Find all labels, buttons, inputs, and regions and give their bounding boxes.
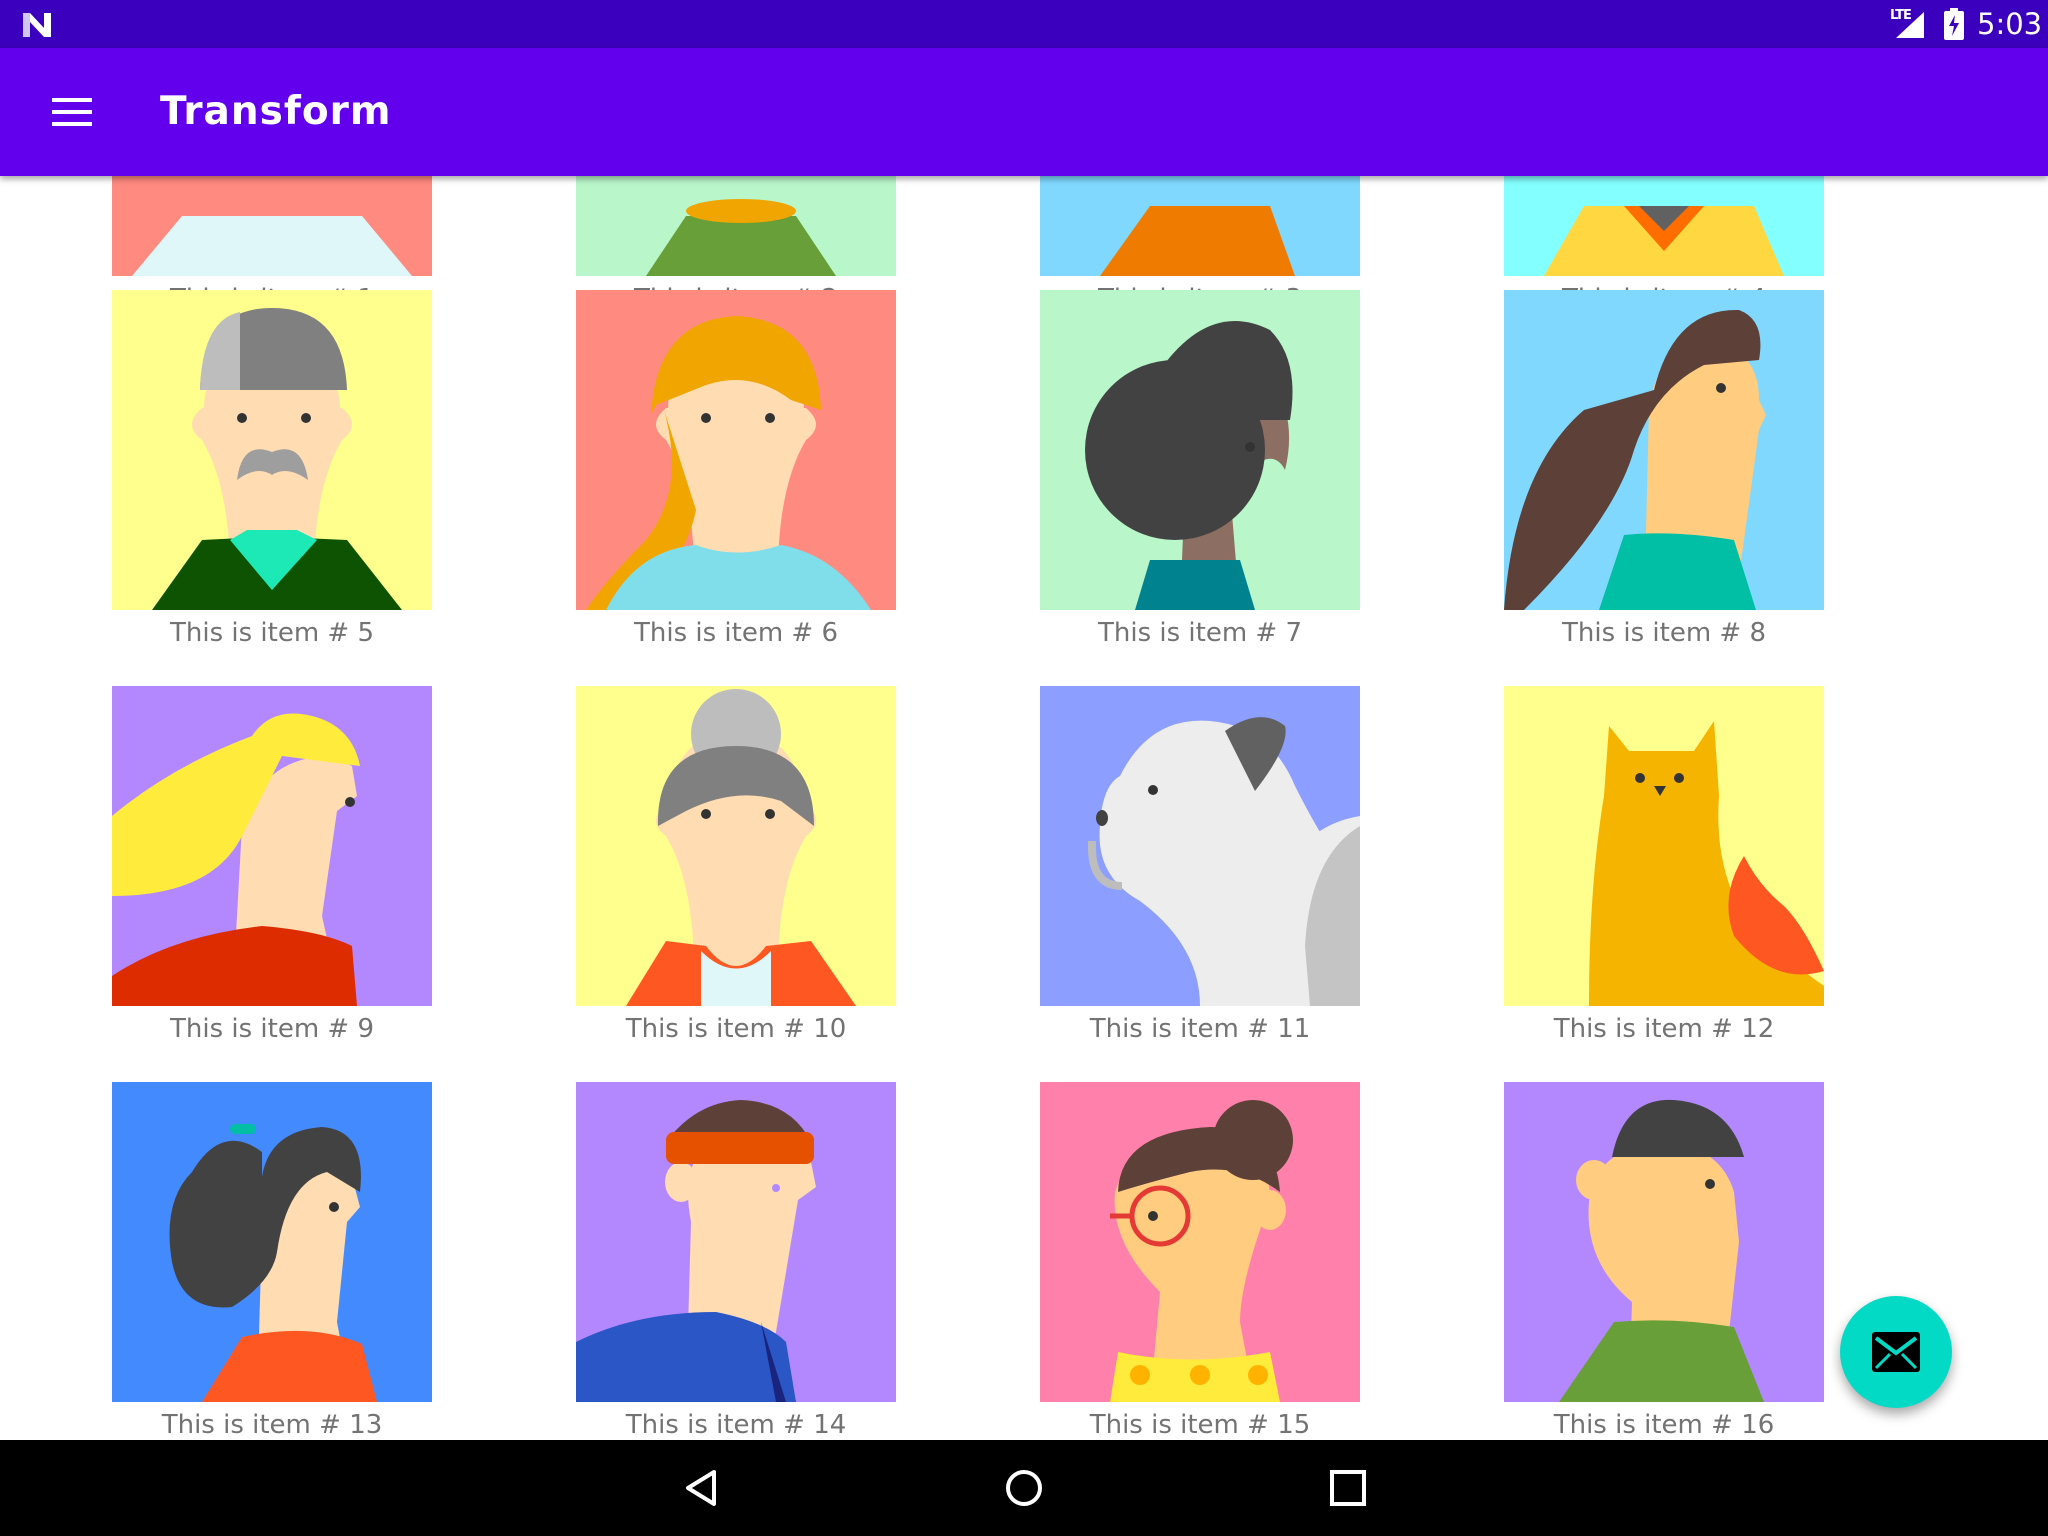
item-caption: This is item # 9 <box>169 1014 375 1044</box>
navigation-bar <box>0 1440 2048 1536</box>
clock: 5:03 <box>1977 7 2043 41</box>
signal-strength-icon <box>1896 12 1924 38</box>
item-caption: This is item # 7 <box>1097 618 1303 648</box>
avatar-image[interactable] <box>112 1082 432 1402</box>
email-fab-button[interactable] <box>1840 1296 1952 1408</box>
avatar-illustration <box>1040 176 1360 276</box>
app-bar: Transform <box>0 48 2048 176</box>
avatar-illustration <box>1040 290 1360 610</box>
avatar-illustration <box>1040 686 1360 1006</box>
avatar-image[interactable] <box>1040 290 1360 610</box>
avatar-image[interactable] <box>112 176 432 276</box>
back-triangle-icon[interactable] <box>678 1464 726 1512</box>
avatar-illustration <box>576 686 896 1006</box>
item-grid[interactable]: This is item # 1This is item # 2This is … <box>0 176 2048 1440</box>
avatar-image[interactable] <box>1504 1082 1824 1402</box>
item-caption: This is item # 10 <box>625 1014 847 1044</box>
avatar-image[interactable] <box>1504 176 1824 276</box>
item-caption: This is item # 5 <box>169 618 375 648</box>
avatar-image[interactable] <box>576 290 896 610</box>
avatar-image[interactable] <box>576 686 896 1006</box>
avatar-illustration <box>576 176 896 276</box>
avatar-image[interactable] <box>576 1082 896 1402</box>
avatar-illustration <box>1504 176 1824 276</box>
avatar-image[interactable] <box>112 290 432 610</box>
avatar-image[interactable] <box>1504 290 1824 610</box>
avatar-illustration <box>112 686 432 1006</box>
avatar-illustration <box>112 1082 432 1402</box>
avatar-illustration <box>1040 1082 1360 1402</box>
status-bar: LTE 5:03 <box>0 0 2048 48</box>
item-caption: This is item # 11 <box>1089 1014 1311 1044</box>
avatar-illustration <box>112 176 432 276</box>
avatar-image[interactable] <box>112 686 432 1006</box>
recents-square-icon[interactable] <box>1324 1464 1372 1512</box>
avatar-image[interactable] <box>1504 686 1824 1006</box>
hamburger-menu-icon[interactable] <box>48 90 96 134</box>
item-caption: This is item # 13 <box>161 1410 383 1440</box>
email-icon <box>1872 1332 1920 1372</box>
avatar-image[interactable] <box>1040 1082 1360 1402</box>
item-caption: This is item # 14 <box>625 1410 847 1440</box>
avatar-image[interactable] <box>1040 686 1360 1006</box>
avatar-illustration <box>1504 686 1824 1006</box>
avatar-illustration <box>576 1082 896 1402</box>
item-caption: This is item # 8 <box>1561 618 1767 648</box>
android-n-logo-icon <box>23 13 51 37</box>
avatar-illustration <box>576 290 896 610</box>
page-title: Transform <box>160 89 392 134</box>
avatar-image[interactable] <box>576 176 896 276</box>
item-caption: This is item # 16 <box>1553 1410 1775 1440</box>
avatar-image[interactable] <box>1040 176 1360 276</box>
home-circle-icon[interactable] <box>1000 1464 1048 1512</box>
item-caption: This is item # 6 <box>633 618 839 648</box>
item-caption: This is item # 15 <box>1089 1410 1311 1440</box>
battery-charging-icon <box>1944 8 1964 40</box>
item-caption: This is item # 12 <box>1553 1014 1775 1044</box>
avatar-illustration <box>1504 290 1824 610</box>
avatar-illustration <box>1504 1082 1824 1402</box>
avatar-illustration <box>112 290 432 610</box>
